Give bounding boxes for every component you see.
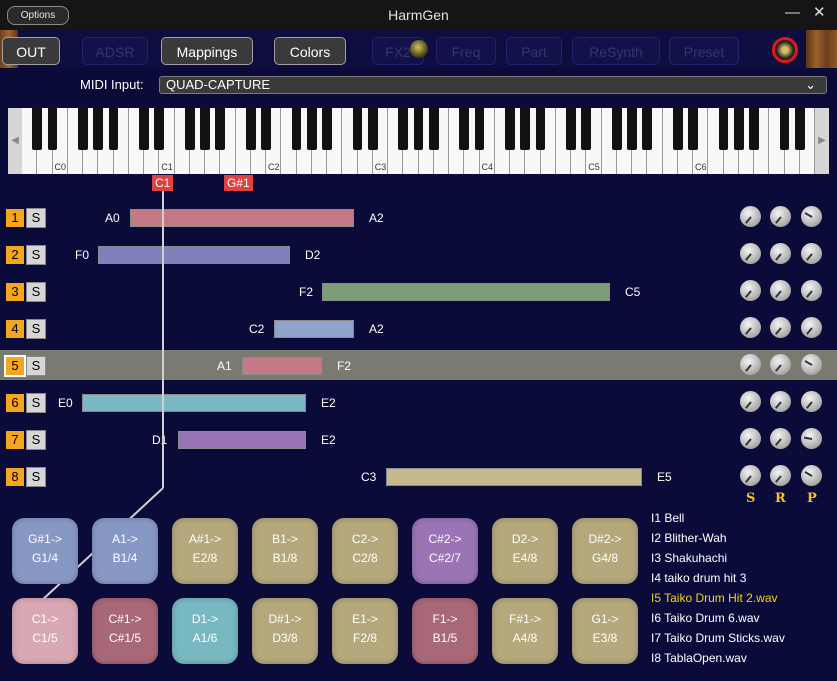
pad-source: C#1-> <box>108 612 142 626</box>
pad-source: F1-> <box>432 612 458 626</box>
pad-target: B1/4 <box>112 551 138 565</box>
mapping-pad[interactable]: C2-> C2/8 <box>332 518 398 584</box>
mapping-pad[interactable]: G1-> E3/8 <box>572 598 638 664</box>
mapping-pad[interactable]: A#1-> E2/8 <box>172 518 238 584</box>
pad-source: F#1-> <box>509 612 541 626</box>
pad-target: A1/6 <box>192 631 218 645</box>
knob-label-p: P <box>807 491 817 506</box>
pad-source: G#1-> <box>28 532 62 546</box>
pad-target: B1/8 <box>272 551 298 565</box>
mapping-pad[interactable]: G#1-> G1/4 <box>12 518 78 584</box>
mapping-pad[interactable]: D#1-> D3/8 <box>252 598 318 664</box>
pad-target: C1/5 <box>32 631 58 645</box>
pad-target: B1/5 <box>432 631 458 645</box>
pad-target: C#1/5 <box>108 631 142 645</box>
mapping-pad[interactable]: A1-> B1/4 <box>92 518 158 584</box>
mapping-pad[interactable]: D2-> E4/8 <box>492 518 558 584</box>
knob-label-s: S <box>746 491 756 506</box>
instrument-item[interactable]: I2 Blither-Wah <box>651 528 727 548</box>
mapping-pad[interactable]: F#1-> A4/8 <box>492 598 558 664</box>
pad-target: D3/8 <box>272 631 298 645</box>
pad-target: E2/8 <box>192 551 218 565</box>
pad-target: E4/8 <box>512 551 538 565</box>
mapping-pad[interactable]: F1-> B1/5 <box>412 598 478 664</box>
pad-target: G1/4 <box>31 551 58 565</box>
mapping-pad[interactable]: C#1-> C#1/5 <box>92 598 158 664</box>
mapping-pad[interactable]: C1-> C1/5 <box>12 598 78 664</box>
pad-source: D#2-> <box>588 532 622 546</box>
mapping-pad[interactable]: D#2-> G4/8 <box>572 518 638 584</box>
instrument-item[interactable]: I8 TablaOpen.wav <box>651 648 747 668</box>
pad-source: E1-> <box>352 612 378 626</box>
pad-source: D1-> <box>191 612 219 626</box>
pad-source: C#2-> <box>428 532 462 546</box>
mapping-pad[interactable]: B1-> B1/8 <box>252 518 318 584</box>
pad-source: A#1-> <box>188 532 222 546</box>
mapping-pad[interactable]: C#2-> C#2/7 <box>412 518 478 584</box>
pad-source: D2-> <box>511 532 539 546</box>
pad-source: C1-> <box>31 612 59 626</box>
pad-source: A1-> <box>112 532 138 546</box>
pad-source: B1-> <box>272 532 298 546</box>
instrument-item[interactable]: I1 Bell <box>651 508 684 528</box>
instrument-item[interactable]: I5 Taiko Drum Hit 2.wav <box>651 588 778 608</box>
instrument-item[interactable]: I4 taiko drum hit 3 <box>651 568 746 588</box>
mapping-pad[interactable]: D1-> A1/6 <box>172 598 238 664</box>
instrument-item[interactable]: I3 Shakuhachi <box>651 548 727 568</box>
knob-label-r: R <box>775 491 786 506</box>
pad-target: C2/8 <box>352 551 378 565</box>
pad-source: G1-> <box>591 612 619 626</box>
pad-target: A4/8 <box>512 631 538 645</box>
pad-source: C2-> <box>351 532 379 546</box>
mapping-pad[interactable]: E1-> F2/8 <box>332 598 398 664</box>
pad-target: G4/8 <box>591 551 618 565</box>
pad-target: F2/8 <box>352 631 377 645</box>
instrument-item[interactable]: I6 Taiko Drum 6.wav <box>651 608 760 628</box>
pad-target: C#2/7 <box>428 551 462 565</box>
pad-target: E3/8 <box>592 631 618 645</box>
instrument-item[interactable]: I7 Taiko Drum Sticks.wav <box>651 628 785 648</box>
pad-source: D#1-> <box>268 612 302 626</box>
